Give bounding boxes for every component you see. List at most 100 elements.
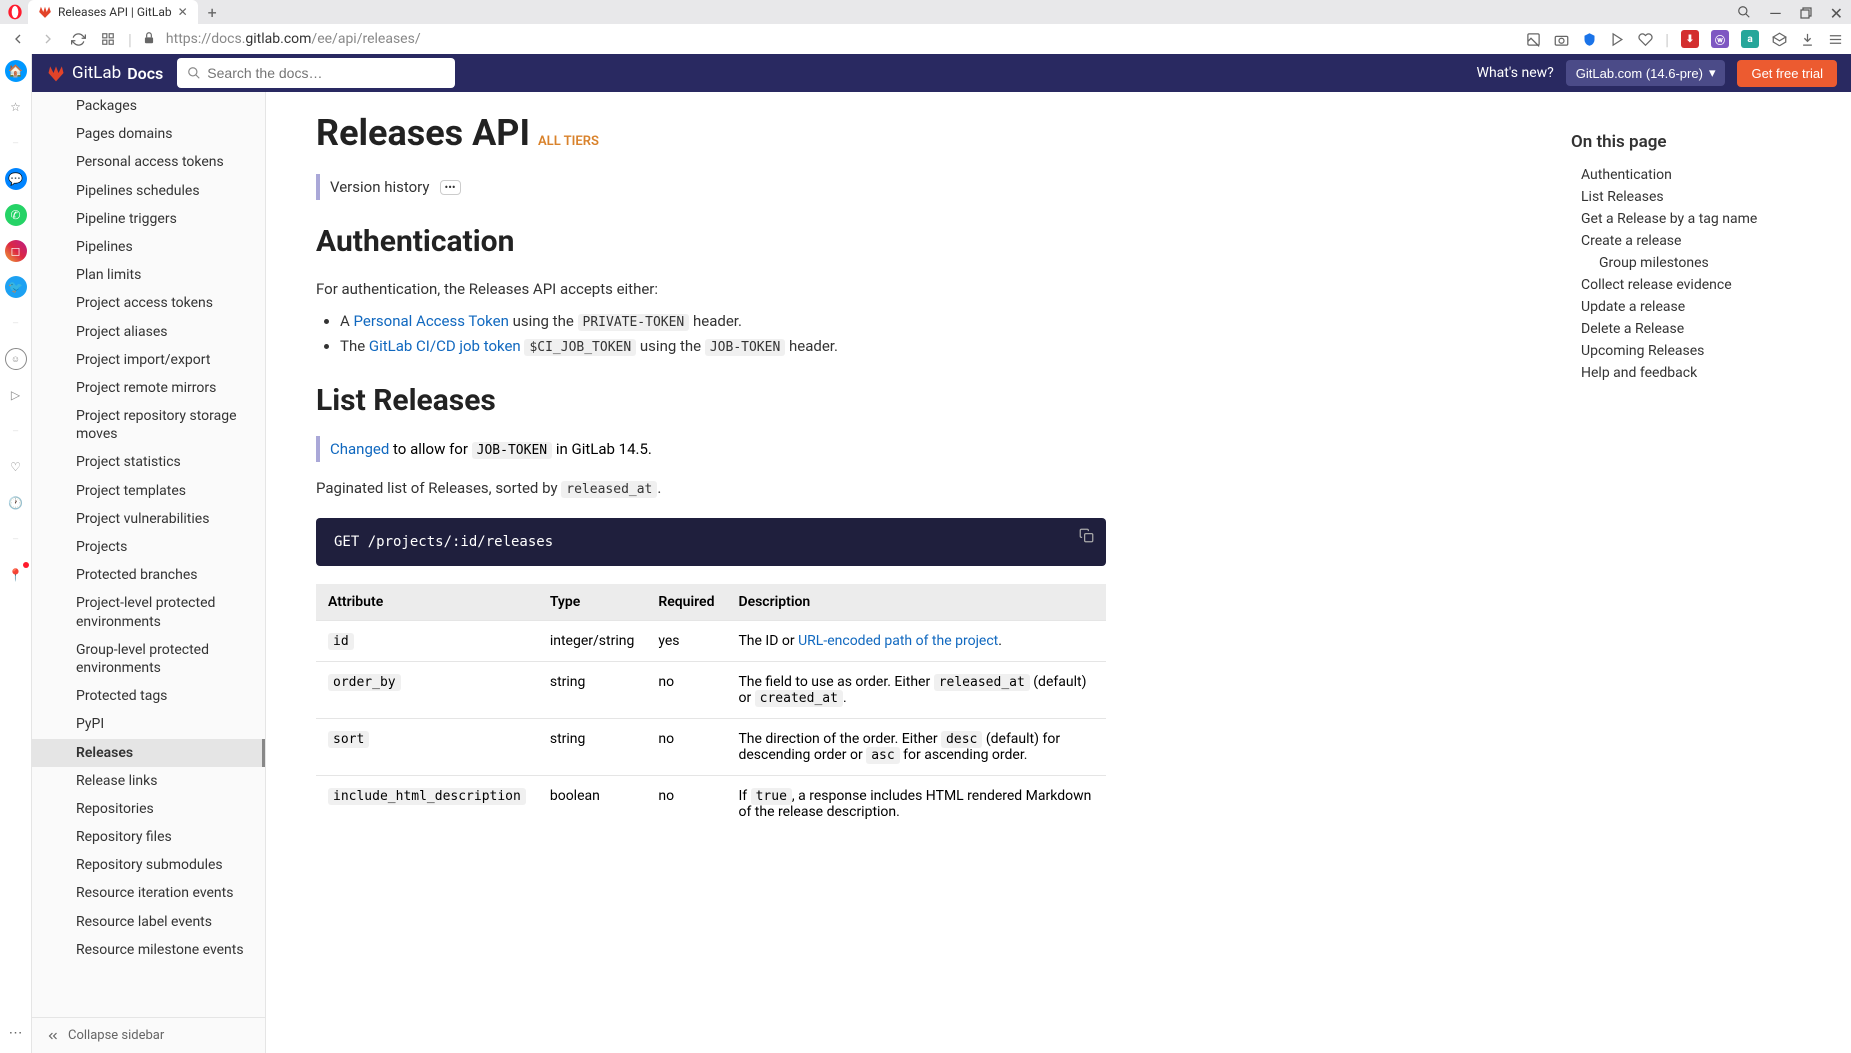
version-selector[interactable]: GitLab.com (14.6-pre) ▾ bbox=[1566, 60, 1726, 86]
sidebar-item[interactable]: Project templates bbox=[32, 477, 265, 505]
twitter-icon[interactable]: 🐦 bbox=[5, 276, 27, 298]
sidebar-item[interactable]: Pipeline triggers bbox=[32, 205, 265, 233]
speed-dial-icon[interactable] bbox=[98, 32, 118, 46]
sidebar-item[interactable]: Project statistics bbox=[32, 448, 265, 476]
extension-badge-red[interactable]: ⬇ bbox=[1681, 30, 1699, 48]
sidebar-item[interactable]: Personal access tokens bbox=[32, 148, 265, 176]
new-tab-button[interactable]: + bbox=[202, 3, 223, 22]
shield-icon[interactable] bbox=[1581, 31, 1597, 47]
instagram-icon[interactable]: ◻ bbox=[5, 240, 27, 262]
extension-badge-teal[interactable]: a bbox=[1741, 30, 1759, 48]
copy-icon[interactable] bbox=[1079, 528, 1094, 547]
close-icon[interactable]: ✕ bbox=[1830, 4, 1843, 23]
toc-item[interactable]: Delete a Release bbox=[1571, 318, 1811, 340]
changed-link[interactable]: Changed bbox=[330, 440, 389, 458]
toc-item[interactable]: Get a Release by a tag name bbox=[1571, 208, 1811, 230]
sidebar-item[interactable]: Project remote mirrors bbox=[32, 374, 265, 402]
forward-button[interactable] bbox=[38, 31, 58, 47]
camera-icon[interactable] bbox=[1553, 31, 1569, 47]
sidebar-item[interactable]: Protected tags bbox=[32, 682, 265, 710]
sidebar-item[interactable]: Project access tokens bbox=[32, 289, 265, 317]
version-history-expand[interactable]: ••• bbox=[440, 180, 461, 195]
docs-search[interactable] bbox=[177, 58, 455, 88]
table-row: include_html_descriptionbooleannoIf true… bbox=[316, 776, 1106, 833]
toc-item[interactable]: List Releases bbox=[1571, 186, 1811, 208]
table-of-contents: On this page AuthenticationList Releases… bbox=[1571, 132, 1811, 384]
sidebar-item[interactable]: Project-level protected environments bbox=[32, 589, 265, 635]
sidebar-item[interactable]: Repositories bbox=[32, 795, 265, 823]
sidebar-item[interactable]: Group-level protected environments bbox=[32, 636, 265, 682]
sidebar-item[interactable]: Pages domains bbox=[32, 120, 265, 148]
search-icon[interactable] bbox=[1737, 4, 1751, 23]
sidebar-item[interactable]: Repository files bbox=[32, 823, 265, 851]
sidebar-item[interactable]: Project vulnerabilities bbox=[32, 505, 265, 533]
toc-item[interactable]: Upcoming Releases bbox=[1571, 340, 1811, 362]
sidebar-item[interactable]: Packages bbox=[32, 92, 265, 120]
browser-tab[interactable]: Releases API | GitLab ✕ bbox=[28, 0, 198, 24]
doc-link[interactable]: URL-encoded path of the project bbox=[798, 633, 998, 649]
more-icon[interactable]: ⋯ bbox=[9, 1025, 23, 1041]
maximize-icon[interactable] bbox=[1800, 4, 1812, 23]
cube-icon[interactable] bbox=[1771, 31, 1787, 47]
gitlab-logo[interactable]: GitLab Docs bbox=[46, 63, 163, 83]
collapse-sidebar-button[interactable]: Collapse sidebar bbox=[32, 1017, 265, 1053]
sidebar-item[interactable]: Projects bbox=[32, 533, 265, 561]
heart-sidebar-icon[interactable]: ♡ bbox=[5, 456, 27, 478]
chevron-left-double-icon bbox=[46, 1029, 60, 1043]
toc-item[interactable]: Create a release bbox=[1571, 230, 1811, 252]
free-trial-button[interactable]: Get free trial bbox=[1737, 60, 1837, 87]
sidebar-item[interactable]: Resource milestone events bbox=[32, 936, 265, 964]
minimize-icon[interactable]: — bbox=[1769, 4, 1782, 23]
toc-item[interactable]: Authentication bbox=[1571, 164, 1811, 186]
gitlab-logo-icon bbox=[46, 63, 66, 83]
table-header: Attribute bbox=[316, 584, 538, 621]
params-table: AttributeTypeRequiredDescription idinteg… bbox=[316, 584, 1106, 832]
sidebar-item[interactable]: PyPI bbox=[32, 710, 265, 738]
snapshot-icon[interactable] bbox=[1525, 31, 1541, 47]
personal-access-token-link[interactable]: Personal Access Token bbox=[354, 312, 509, 330]
changed-note: Changed to allow for JOB-TOKEN in GitLab… bbox=[316, 436, 1106, 462]
whats-new-link[interactable]: What's new? bbox=[1477, 65, 1554, 81]
history-icon[interactable]: 🕐 bbox=[5, 492, 27, 514]
opera-sidebar: 🏠 ☆ — 💬 ✆ ◻ 🐦 — ☺ ▷ — ♡ 🕐 — 📍 ⋯ bbox=[0, 54, 32, 1053]
extension-badge-purple[interactable]: ⓦ bbox=[1711, 30, 1729, 48]
send-icon[interactable] bbox=[1609, 31, 1625, 47]
sidebar-item[interactable]: Project import/export bbox=[32, 346, 265, 374]
home-icon[interactable]: 🏠 bbox=[5, 60, 27, 82]
sidebar-item[interactable]: Protected branches bbox=[32, 561, 265, 589]
toc-item[interactable]: Group milestones bbox=[1571, 252, 1811, 274]
tab-close-icon[interactable]: ✕ bbox=[178, 5, 188, 19]
back-button[interactable] bbox=[8, 31, 28, 47]
ci-job-token-link[interactable]: GitLab CI/CD job token bbox=[369, 337, 521, 355]
pinboard-icon[interactable]: 📍 bbox=[5, 564, 27, 586]
url-bar[interactable]: https://docs.gitlab.com/ee/api/releases/ bbox=[166, 31, 421, 47]
play-icon[interactable]: ▷ bbox=[5, 384, 27, 406]
heart-icon[interactable] bbox=[1637, 31, 1653, 47]
reload-button[interactable] bbox=[68, 32, 88, 47]
opera-logo-icon[interactable] bbox=[6, 3, 24, 21]
sidebar-item[interactable]: Plan limits bbox=[32, 261, 265, 289]
download-icon[interactable] bbox=[1799, 31, 1815, 47]
sidebar-item[interactable]: Pipelines schedules bbox=[32, 177, 265, 205]
toc-item[interactable]: Help and feedback bbox=[1571, 362, 1811, 384]
toc-item[interactable]: Collect release evidence bbox=[1571, 274, 1811, 296]
messenger-icon[interactable]: 💬 bbox=[5, 168, 27, 190]
sidebar-item[interactable]: Pipelines bbox=[32, 233, 265, 261]
bookmark-outline-icon[interactable]: ☆ bbox=[5, 96, 27, 118]
sidebar-item[interactable]: Resource label events bbox=[32, 908, 265, 936]
table-row: idinteger/stringyesThe ID or URL-encoded… bbox=[316, 621, 1106, 662]
sidebar-item[interactable]: Project repository storage moves bbox=[32, 402, 265, 448]
sidebar-item[interactable]: Release links bbox=[32, 767, 265, 795]
player-icon[interactable]: ☺ bbox=[5, 348, 27, 370]
gitlab-favicon-icon bbox=[38, 5, 52, 19]
search-input[interactable] bbox=[207, 65, 445, 81]
sidebar-item[interactable]: Project aliases bbox=[32, 318, 265, 346]
sidebar-item[interactable]: Resource iteration events bbox=[32, 879, 265, 907]
menu-icon[interactable] bbox=[1827, 31, 1843, 47]
sidebar-item[interactable]: Repository submodules bbox=[32, 851, 265, 879]
lock-icon[interactable] bbox=[142, 30, 156, 49]
whatsapp-icon[interactable]: ✆ bbox=[5, 204, 27, 226]
divider-icon: — bbox=[5, 132, 27, 154]
toc-item[interactable]: Update a release bbox=[1571, 296, 1811, 318]
sidebar-item[interactable]: Releases bbox=[32, 739, 265, 767]
